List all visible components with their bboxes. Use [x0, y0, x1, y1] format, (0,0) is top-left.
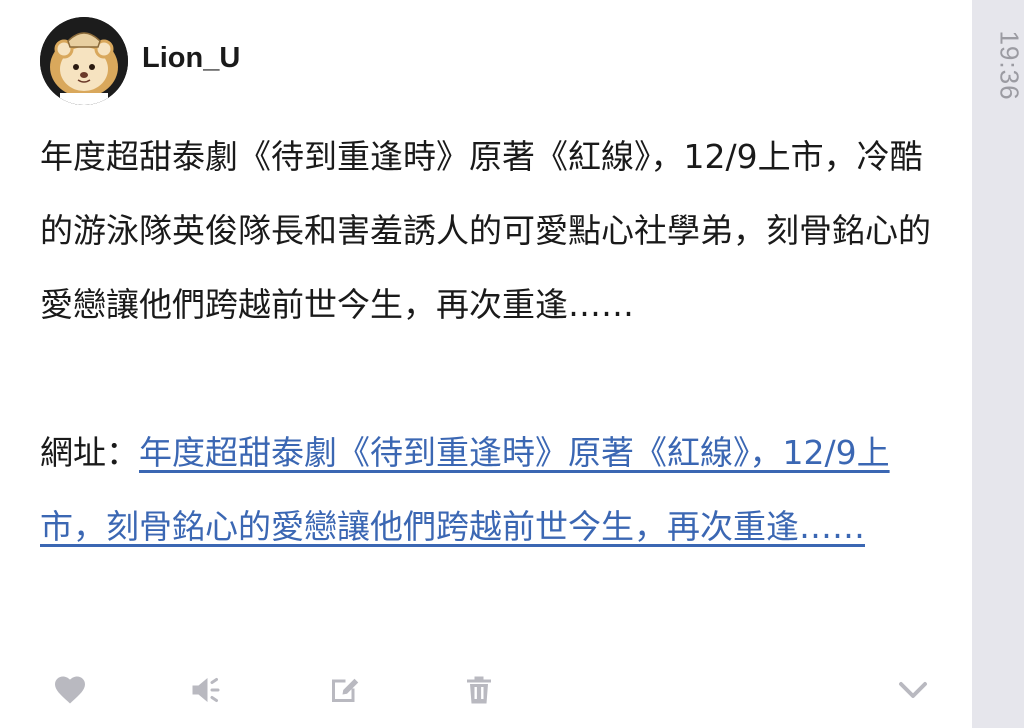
delete-button[interactable] — [459, 670, 499, 710]
speaker-icon — [192, 678, 220, 702]
post-link[interactable]: 年度超甜泰劇《待到重逢時》原著《紅線》，12/9上市，刻骨銘心的愛戀讓他們跨越前… — [40, 433, 890, 546]
username[interactable]: Lion_U — [142, 42, 240, 75]
post-actions — [0, 660, 972, 720]
read-aloud-button[interactable] — [186, 670, 226, 710]
post-link-row: 網址：年度超甜泰劇《待到重逢時》原著《紅線》，12/9上市，刻骨銘心的愛戀讓他們… — [40, 416, 950, 564]
lion-avatar-image — [40, 17, 128, 105]
heart-icon — [55, 676, 85, 704]
like-button[interactable] — [50, 670, 90, 710]
edit-button[interactable] — [324, 670, 364, 710]
post-card: Lion_U 年度超甜泰劇《待到重逢時》原著《紅線》，12/9上市，冷酷的游泳隊… — [0, 0, 972, 728]
expand-button[interactable] — [893, 670, 933, 710]
link-label: 網址： — [40, 433, 139, 472]
side-status-bar: 19:36 — [972, 0, 1024, 728]
trash-icon — [467, 676, 491, 704]
status-time: 19:36 — [994, 30, 1024, 101]
avatar[interactable] — [40, 17, 128, 105]
post-body: 年度超甜泰劇《待到重逢時》原著《紅線》，12/9上市，冷酷的游泳隊英俊隊長和害羞… — [40, 137, 931, 324]
edit-icon — [332, 678, 359, 702]
chevron-down-icon — [899, 682, 927, 698]
